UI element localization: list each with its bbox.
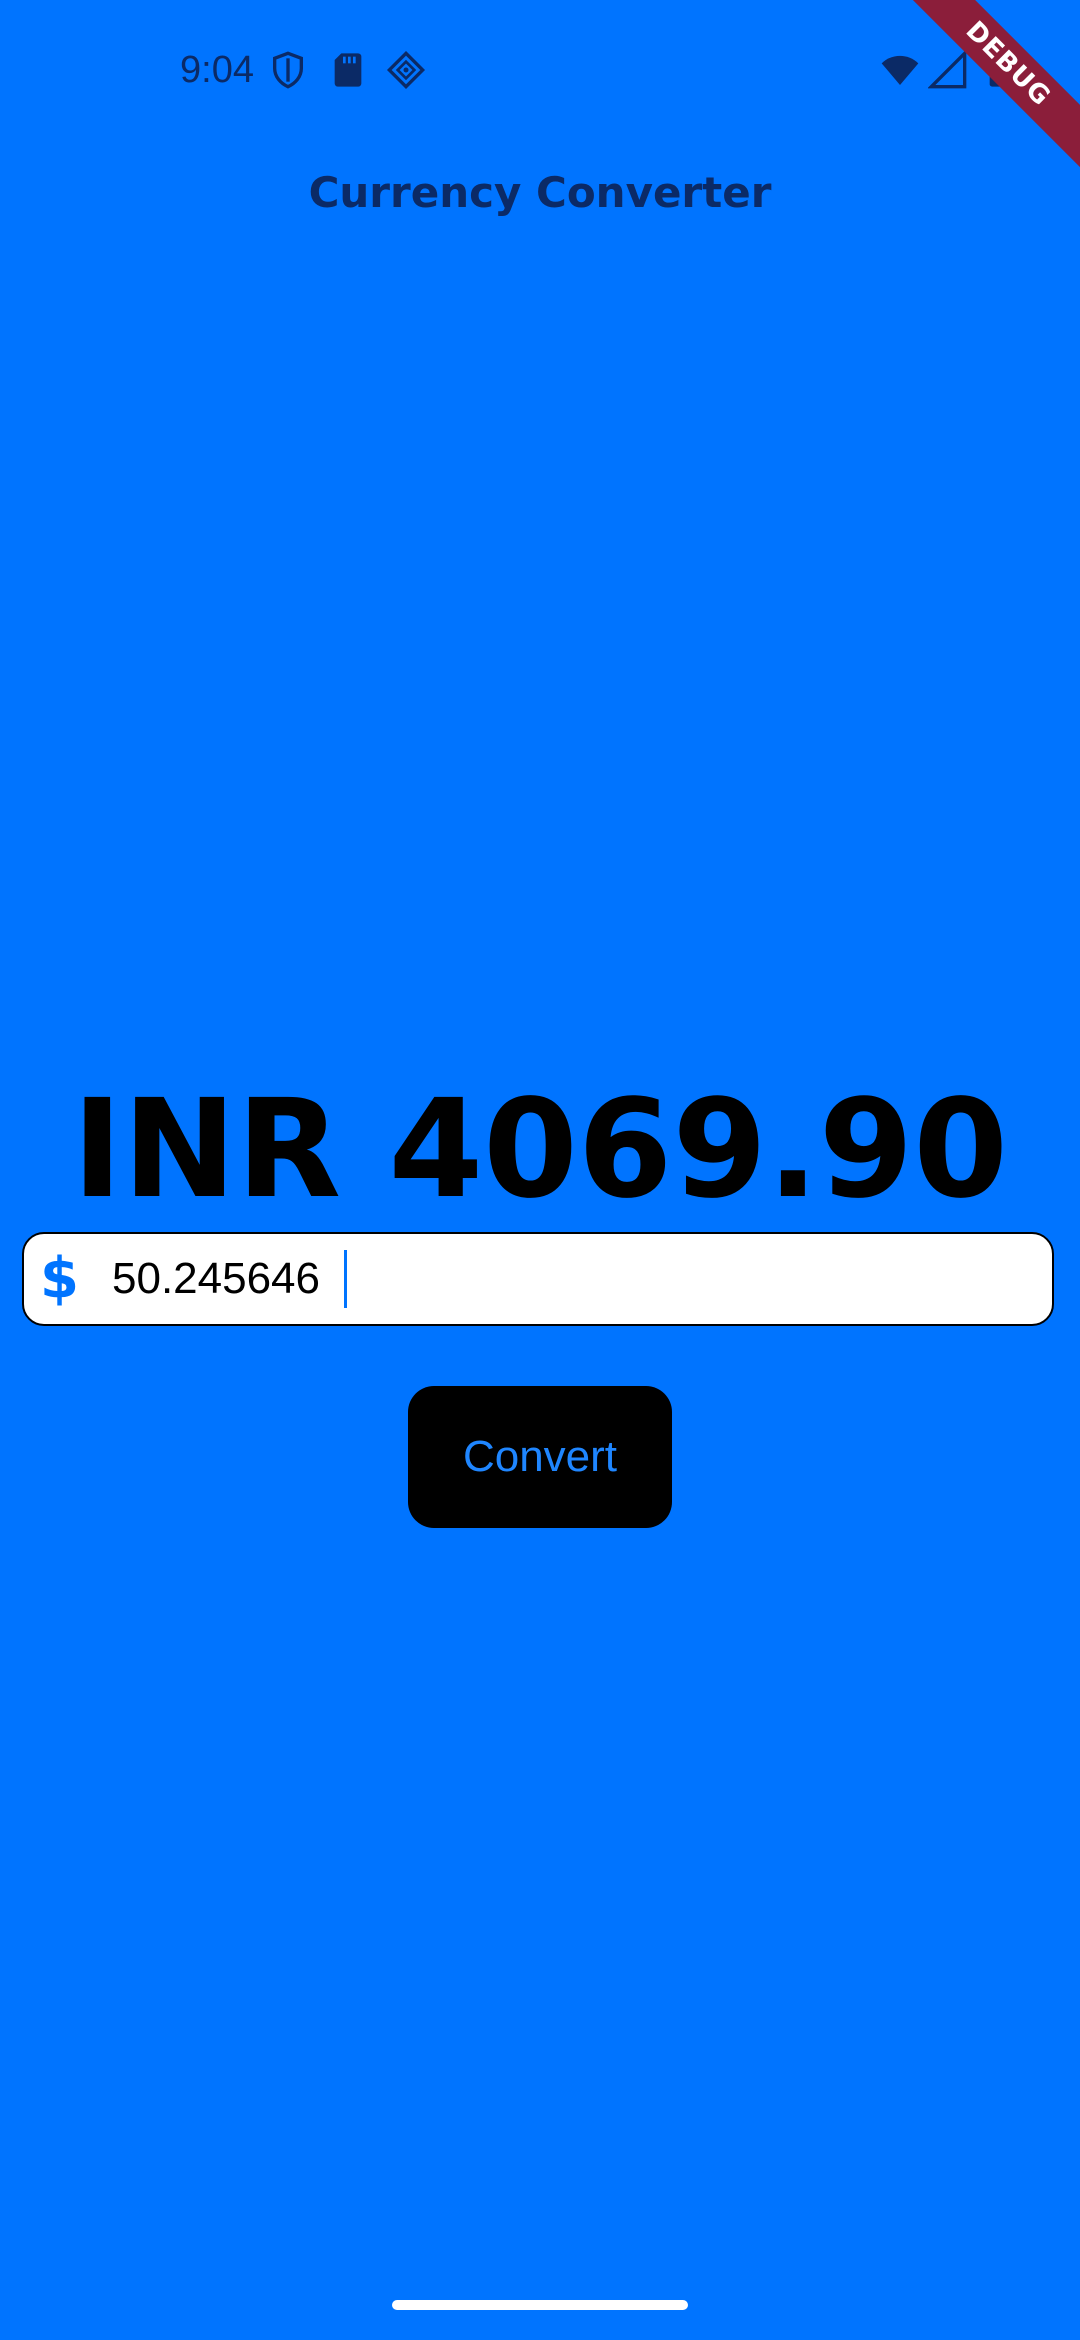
status-time: 9:04	[180, 49, 254, 91]
amount-field[interactable]: $	[22, 1232, 1054, 1326]
text-cursor	[344, 1250, 347, 1308]
shield-icon	[268, 50, 308, 90]
amount-input[interactable]	[112, 1248, 1012, 1310]
sd-card-icon	[328, 50, 368, 90]
diamond-grid-icon	[386, 50, 426, 90]
home-indicator[interactable]	[392, 2300, 688, 2310]
convert-button[interactable]: Convert	[408, 1386, 672, 1528]
debug-banner: DEBUG	[900, 0, 1080, 180]
conversion-result: INR 4069.90	[72, 1071, 1008, 1229]
debug-banner-label: DEBUG	[900, 0, 1080, 172]
app-screen: 9:04 DEBUG Currency Converter INR 4069.9…	[0, 0, 1080, 2340]
dollar-icon: $	[40, 1246, 79, 1311]
app-title: Currency Converter	[308, 168, 772, 217]
